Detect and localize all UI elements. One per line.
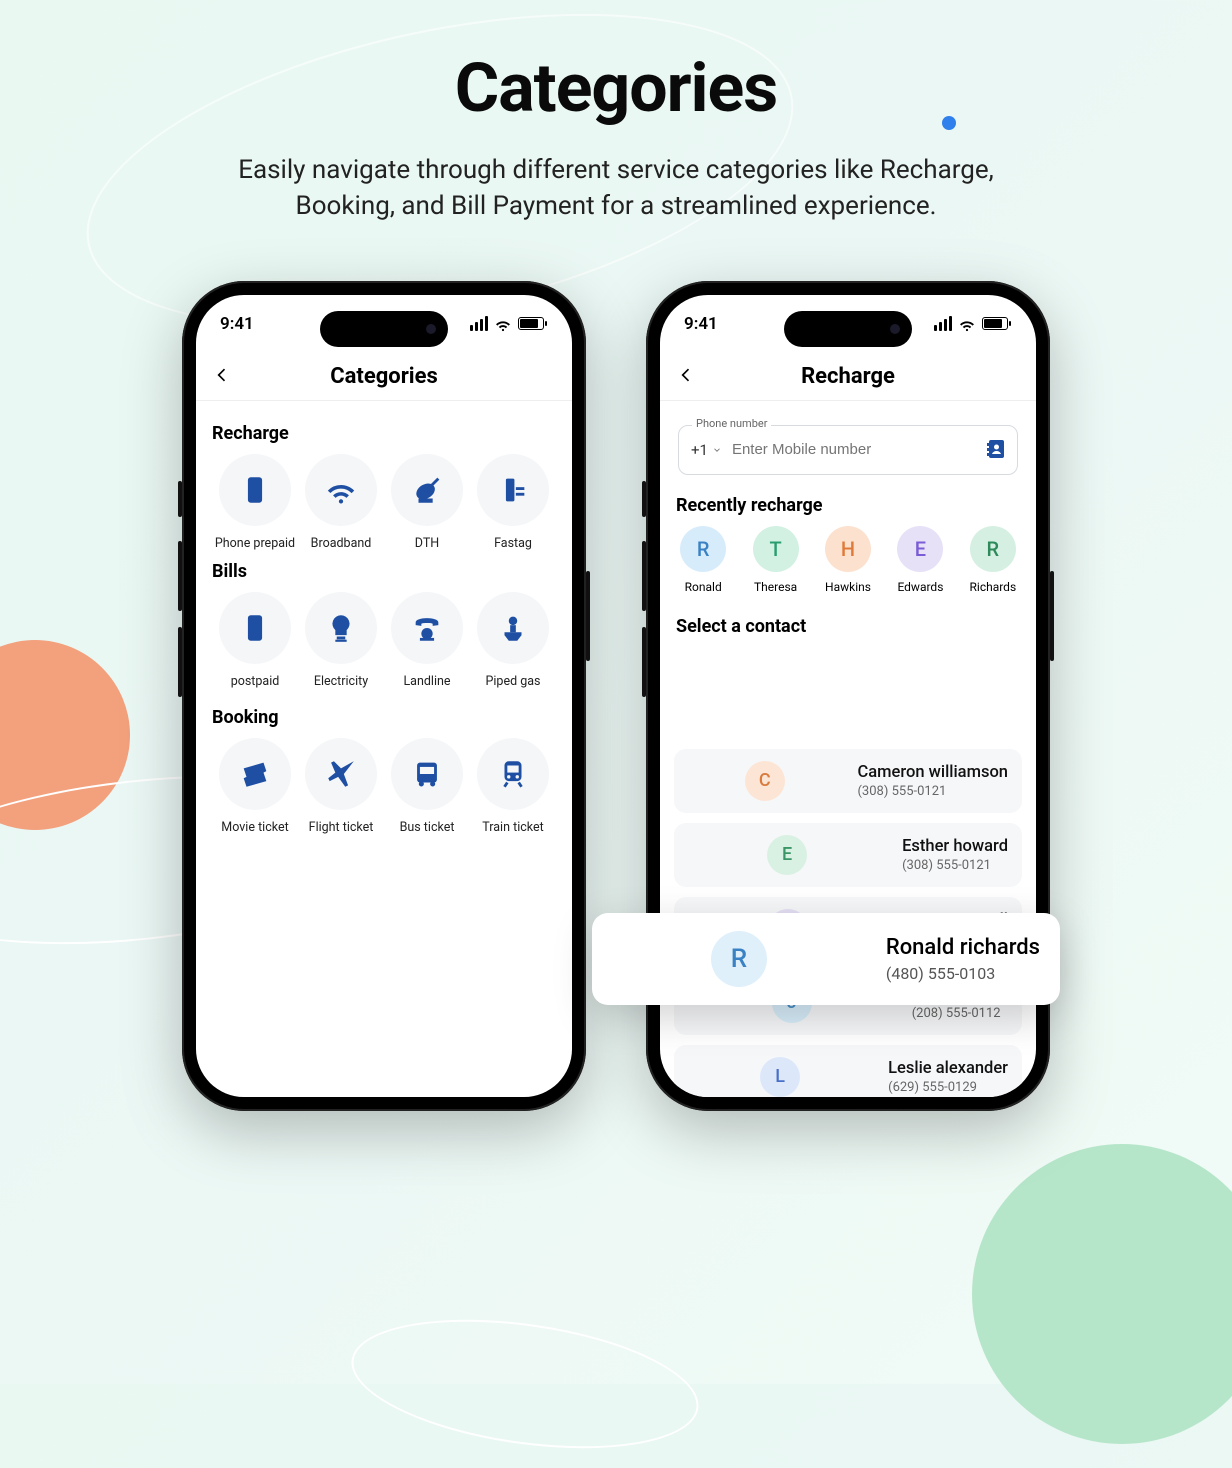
cat-landline[interactable]: Landline bbox=[386, 592, 468, 689]
open-contacts-button[interactable] bbox=[984, 437, 1008, 461]
avatar: L bbox=[760, 1057, 800, 1097]
screen-title: Categories bbox=[330, 364, 438, 389]
phone-mock-recharge: 9:41 Recharge Phone number bbox=[646, 281, 1050, 1111]
cat-electricity[interactable]: Electricity bbox=[300, 592, 382, 689]
recent-contact[interactable]: H Hawkins bbox=[821, 526, 875, 594]
screen-header: Recharge bbox=[660, 353, 1036, 401]
wifi-icon bbox=[324, 473, 358, 507]
recent-name: Hawkins bbox=[821, 580, 875, 594]
status-time: 9:41 bbox=[684, 314, 718, 334]
bulb-icon bbox=[324, 611, 358, 645]
contact-row[interactable]: E Esther howard (308) 555-0121 bbox=[674, 823, 1022, 887]
ticket-icon bbox=[238, 757, 272, 791]
screen-header: Categories bbox=[196, 353, 572, 401]
bus-icon bbox=[410, 757, 444, 791]
battery-icon bbox=[518, 317, 544, 330]
contact-phone: (480) 555-0103 bbox=[886, 964, 1040, 983]
recent-name: Ronald bbox=[676, 580, 730, 594]
cat-dth[interactable]: DTH bbox=[386, 454, 468, 551]
recent-name: Edwards bbox=[893, 580, 947, 594]
recent-contact[interactable]: T Theresa bbox=[748, 526, 802, 594]
telephone-icon bbox=[410, 611, 444, 645]
phone-notch bbox=[784, 311, 912, 347]
phone-notch bbox=[320, 311, 448, 347]
train-icon bbox=[496, 757, 530, 791]
contact-name: Esther howard bbox=[902, 837, 1008, 856]
contact-phone: (629) 555-0129 bbox=[888, 1080, 1008, 1095]
avatar: R bbox=[711, 931, 767, 987]
screen-title: Recharge bbox=[801, 364, 895, 389]
cat-broadband[interactable]: Broadband bbox=[300, 454, 382, 551]
avatar: C bbox=[745, 761, 785, 801]
cat-flight-ticket[interactable]: Flight ticket bbox=[300, 738, 382, 835]
recent-contact[interactable]: R Richards bbox=[966, 526, 1020, 594]
contact-phone: (208) 555-0112 bbox=[912, 1006, 1008, 1021]
contact-phone: (308) 555-0121 bbox=[857, 784, 1008, 799]
deco-circle bbox=[972, 1144, 1232, 1444]
avatar: H bbox=[825, 526, 871, 572]
phone-icon bbox=[238, 611, 272, 645]
cat-piped-gas[interactable]: Piped gas bbox=[472, 592, 554, 689]
wifi-icon bbox=[494, 315, 512, 333]
satellite-icon bbox=[410, 473, 444, 507]
toll-icon bbox=[496, 473, 530, 507]
cat-bus-ticket[interactable]: Bus ticket bbox=[386, 738, 468, 835]
contact-name: Ronald richards bbox=[886, 935, 1040, 960]
avatar: R bbox=[680, 526, 726, 572]
recent-contact[interactable]: R Ronald bbox=[676, 526, 730, 594]
cat-train-ticket[interactable]: Train ticket bbox=[472, 738, 554, 835]
chevron-left-icon bbox=[676, 365, 696, 385]
signal-icon bbox=[934, 316, 952, 331]
chevron-left-icon bbox=[212, 365, 232, 385]
wifi-icon bbox=[958, 315, 976, 333]
input-legend: Phone number bbox=[692, 417, 771, 430]
recent-name: Theresa bbox=[748, 580, 802, 594]
contact-row[interactable]: C Cameron williamson (308) 555-0121 bbox=[674, 749, 1022, 813]
chevron-down-icon bbox=[712, 445, 722, 455]
avatar: E bbox=[767, 835, 807, 875]
recent-name: Richards bbox=[966, 580, 1020, 594]
contact-row[interactable]: L Leslie alexander (629) 555-0129 bbox=[674, 1045, 1022, 1097]
page-subtitle: Easily navigate through different servic… bbox=[201, 152, 1031, 225]
avatar: T bbox=[753, 526, 799, 572]
section-title-select-contact: Select a contact bbox=[676, 616, 1022, 637]
avatar: E bbox=[897, 526, 943, 572]
contact-name: Leslie alexander bbox=[888, 1059, 1008, 1078]
cat-postpaid[interactable]: postpaid bbox=[214, 592, 296, 689]
section-title-bills: Bills bbox=[212, 561, 558, 582]
contacts-icon bbox=[984, 437, 1008, 461]
avatar: R bbox=[970, 526, 1016, 572]
cat-phone-prepaid[interactable]: Phone prepaid bbox=[214, 454, 296, 551]
gas-icon bbox=[496, 611, 530, 645]
status-time: 9:41 bbox=[220, 314, 254, 334]
plane-icon bbox=[324, 757, 358, 791]
phone-input-group: Phone number +1 bbox=[678, 425, 1018, 475]
contact-name: Cameron williamson bbox=[857, 763, 1008, 782]
contact-phone: (308) 555-0121 bbox=[902, 858, 1008, 873]
page-title: Categories bbox=[0, 48, 1232, 128]
battery-icon bbox=[982, 317, 1008, 330]
cat-movie-ticket[interactable]: Movie ticket bbox=[214, 738, 296, 835]
section-title-recent: Recently recharge bbox=[676, 495, 1022, 516]
back-button[interactable] bbox=[676, 365, 696, 385]
phone-icon bbox=[238, 473, 272, 507]
phone-number-input[interactable] bbox=[732, 441, 973, 458]
recent-contact[interactable]: E Edwards bbox=[893, 526, 947, 594]
back-button[interactable] bbox=[212, 365, 232, 385]
phone-mock-categories: 9:41 Categories Recharge Phone prepaid B… bbox=[182, 281, 586, 1111]
section-title-recharge: Recharge bbox=[212, 423, 558, 444]
signal-icon bbox=[470, 316, 488, 331]
section-title-booking: Booking bbox=[212, 707, 558, 728]
deco-ellipse bbox=[343, 1300, 706, 1468]
selected-contact-card[interactable]: R Ronald richards (480) 555-0103 bbox=[592, 913, 1060, 1005]
cat-fastag[interactable]: Fastag bbox=[472, 454, 554, 551]
country-code-select[interactable]: +1 bbox=[691, 441, 722, 459]
